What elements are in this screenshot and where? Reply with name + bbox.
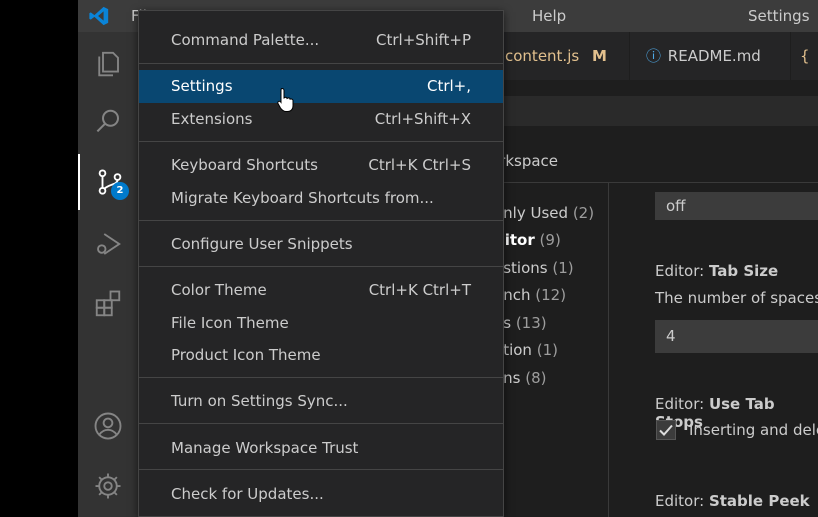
- menu-item-check-updates[interactable]: Check for Updates...: [139, 478, 503, 511]
- check-icon: [659, 424, 673, 436]
- extensions-icon[interactable]: [78, 276, 138, 332]
- nav-divider: [608, 183, 609, 517]
- search-icon[interactable]: [78, 94, 138, 150]
- menu-separator: [139, 423, 503, 424]
- nav-item-editor[interactable]: ditor (9): [494, 231, 561, 249]
- menu-item-keyboard-shortcuts[interactable]: Keyboard Shortcuts Ctrl+K Ctrl+S: [139, 149, 503, 182]
- setting-title-tab-size: Editor: Tab Size: [655, 262, 779, 280]
- activity-bar: 2: [78, 32, 138, 517]
- menu-item-color-theme[interactable]: Color Theme Ctrl+K Ctrl+T: [139, 274, 503, 307]
- menu-item-extensions[interactable]: Extensions Ctrl+Shift+X: [139, 103, 503, 136]
- tab-readme[interactable]: ⓘ README.md: [646, 32, 761, 80]
- nav-item[interactable]: estions (1): [494, 259, 574, 277]
- setting-title-stable-peek: Editor: Stable Peek: [655, 492, 810, 510]
- menu-separator: [139, 141, 503, 142]
- menu-item-file-icon-theme[interactable]: File Icon Theme: [139, 307, 503, 340]
- menu-separator: [139, 63, 503, 64]
- explorer-icon[interactable]: [78, 36, 138, 92]
- menu-separator: [139, 377, 503, 378]
- nav-item[interactable]: only Used (2): [494, 204, 594, 222]
- menu-item-settings-sync[interactable]: Turn on Settings Sync...: [139, 385, 503, 418]
- menu-separator: [139, 469, 503, 470]
- run-debug-icon[interactable]: [78, 216, 138, 272]
- manage-gear-icon[interactable]: [78, 458, 138, 514]
- setting-select[interactable]: off: [655, 192, 818, 220]
- modified-badge: M: [591, 47, 607, 65]
- window-title: Settings - j: [748, 7, 810, 57]
- tab-divider: [790, 32, 791, 80]
- tab-content-js[interactable]: content.js M: [505, 32, 607, 80]
- menu-separator: [139, 266, 503, 267]
- manage-menu: Command Palette... Ctrl+Shift+P Settings C…: [138, 10, 504, 517]
- tab-stops-checkbox[interactable]: [656, 420, 676, 440]
- setting-desc-tab-stops: Inserting and dele: [689, 421, 818, 439]
- tab-label: README.md: [667, 47, 761, 65]
- nav-item[interactable]: ench (12): [494, 286, 566, 304]
- menu-item-product-icon-theme[interactable]: Product Icon Theme: [139, 339, 503, 372]
- setting-desc-tab-size: The number of spaces: [655, 289, 818, 307]
- menu-help[interactable]: Help: [532, 0, 566, 32]
- vscode-logo-icon: [88, 5, 110, 27]
- menu-item-command-palette[interactable]: Command Palette... Ctrl+Shift+P: [139, 24, 503, 57]
- info-icon: ⓘ: [646, 47, 662, 65]
- menu-item-settings[interactable]: Settings Ctrl+,: [139, 70, 503, 103]
- tab-size-input[interactable]: 4: [655, 320, 818, 353]
- menu-separator: [139, 220, 503, 221]
- source-control-badge: 2: [111, 182, 129, 200]
- source-control-icon[interactable]: 2: [78, 154, 140, 210]
- menu-item-migrate-shortcuts[interactable]: Migrate Keyboard Shortcuts from...: [139, 182, 503, 215]
- menu-item-user-snippets[interactable]: Configure User Snippets: [139, 228, 503, 261]
- json-icon: {: [800, 47, 810, 65]
- menu-item-workspace-trust[interactable]: Manage Workspace Trust: [139, 432, 503, 465]
- hand-cursor-icon: [277, 87, 295, 117]
- tab-label: content.js: [505, 47, 580, 65]
- tab-divider: [629, 32, 630, 80]
- accounts-icon[interactable]: [78, 398, 138, 454]
